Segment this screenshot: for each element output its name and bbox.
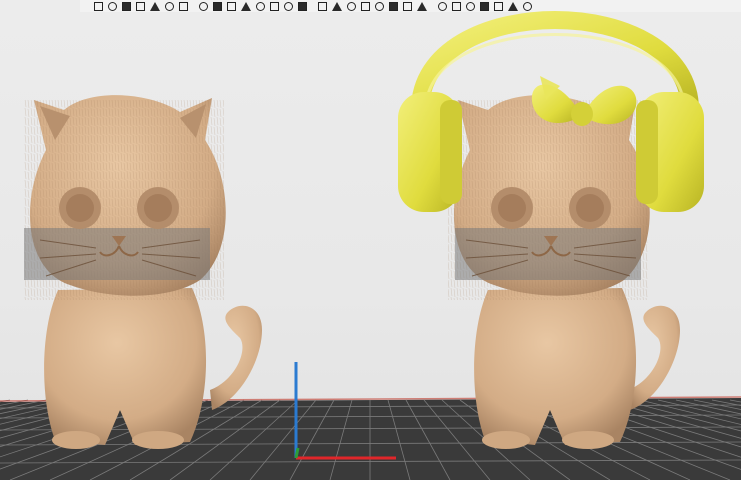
cat-model-left[interactable] — [24, 95, 262, 449]
scene-canvas[interactable] — [0, 0, 741, 480]
y-axis — [294, 447, 300, 459]
cat-model-right[interactable] — [398, 11, 704, 449]
3d-viewport[interactable] — [0, 0, 741, 480]
